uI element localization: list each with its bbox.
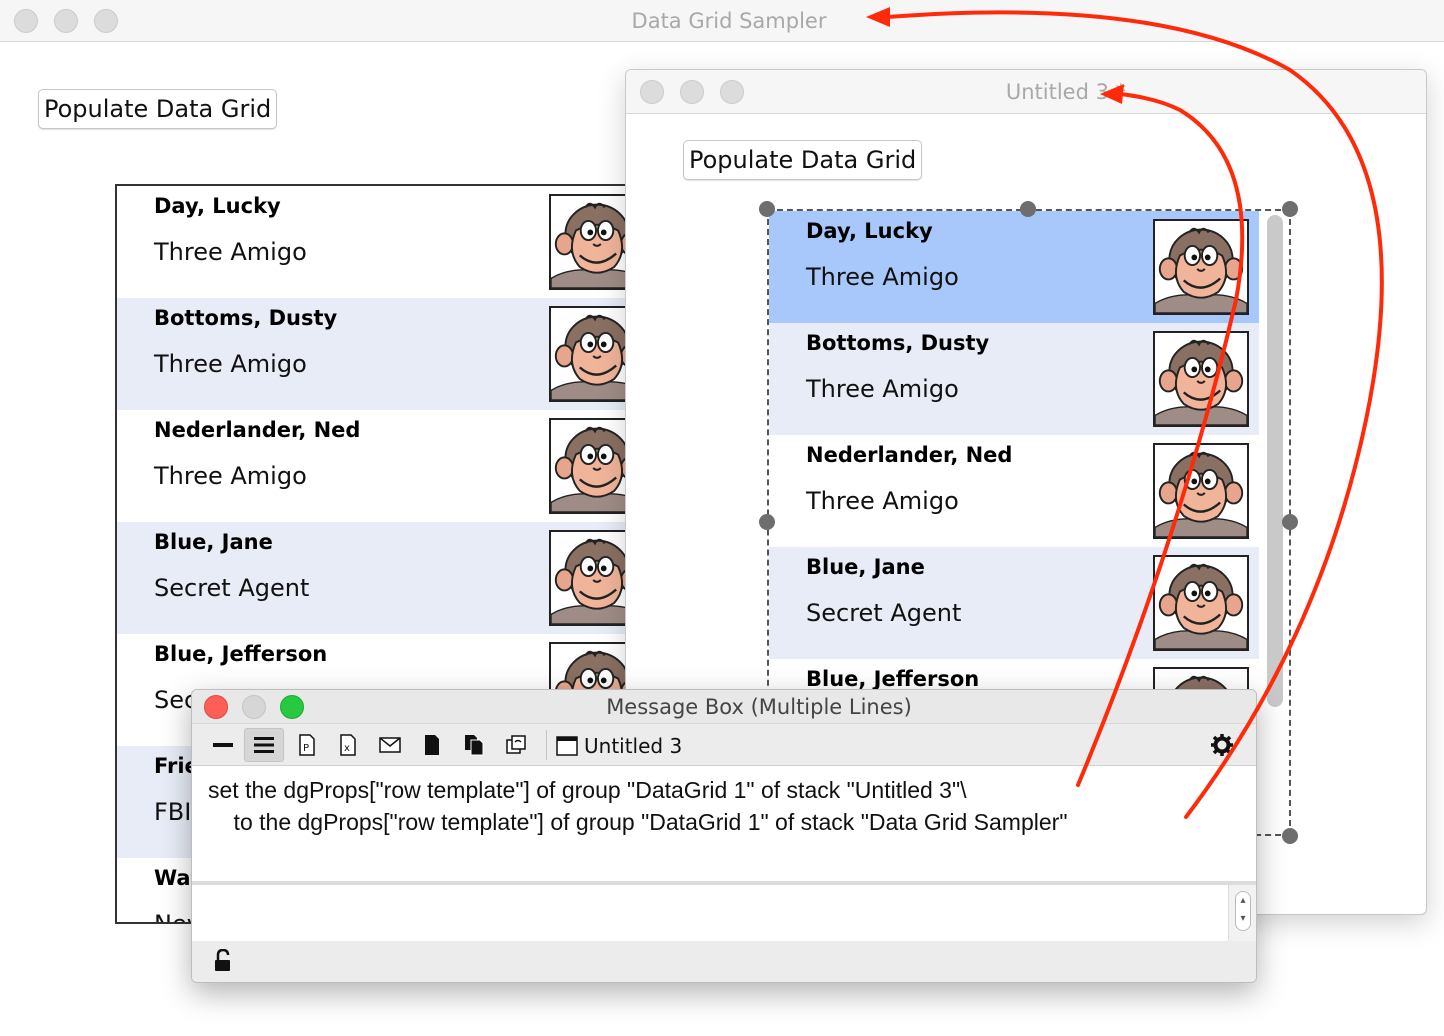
lock-button[interactable] xyxy=(212,948,236,975)
row-name: Nederlander, Ned xyxy=(154,418,361,442)
results-area[interactable] xyxy=(192,885,1228,941)
monkey-avatar-icon xyxy=(549,194,633,290)
minimize-button[interactable] xyxy=(54,8,78,33)
unlocked-padlock-icon xyxy=(215,948,230,971)
message-box-window: Message Box (Multiple Lines) P x Untitle… xyxy=(191,689,1257,983)
row-name: Bottoms, Dusty xyxy=(154,306,338,330)
row-title: Secret Agent xyxy=(806,599,962,627)
minimize-button[interactable] xyxy=(680,79,704,104)
selection-handle[interactable] xyxy=(759,201,775,217)
results-scrollbar[interactable]: ▴ ▾ xyxy=(1228,885,1256,941)
populate-data-grid-button[interactable]: Populate Data Grid xyxy=(683,140,923,180)
target-stack-label: Untitled 3 xyxy=(584,734,683,758)
grid-row[interactable]: Bottoms, Dusty Three Amigo xyxy=(117,298,633,410)
message-input-area[interactable]: set the dgProps["row template"] of group… xyxy=(192,767,1256,881)
grid-row[interactable]: Blue, Jane Secret Agent xyxy=(117,522,633,634)
back-scripts-icon xyxy=(465,735,484,756)
row-title: Three Amigo xyxy=(154,238,307,266)
row-name: Blue, Jane xyxy=(154,530,273,554)
global-properties-icon: P xyxy=(299,734,315,756)
monkey-avatar-icon xyxy=(1153,555,1249,651)
monkey-avatar-icon xyxy=(1153,443,1249,539)
single-line-icon xyxy=(213,743,233,747)
message-line-1: set the dgProps["row template"] of group… xyxy=(208,777,967,803)
close-button[interactable] xyxy=(640,79,664,104)
global-variables-icon: x xyxy=(340,734,356,756)
window-controls xyxy=(640,70,744,113)
target-stack-selector[interactable]: Untitled 3 xyxy=(556,732,682,760)
row-name: Day, Lucky xyxy=(806,219,933,243)
selection-handle[interactable] xyxy=(759,514,775,530)
single-line-button[interactable] xyxy=(203,728,243,762)
monkey-avatar-icon xyxy=(549,306,633,402)
row-name: Blue, Jefferson xyxy=(154,642,328,666)
svg-text:x: x xyxy=(344,743,350,754)
grid-row[interactable]: Bottoms, Dusty Three Amigo xyxy=(769,323,1259,435)
row-title: Secret Agent xyxy=(154,574,310,602)
svg-text:P: P xyxy=(303,743,309,754)
front-scripts-button[interactable] xyxy=(412,728,452,762)
message-box-titlebar[interactable]: Message Box (Multiple Lines) xyxy=(192,690,1256,724)
monkey-avatar-icon xyxy=(1153,219,1249,315)
vertical-scrollbar[interactable] xyxy=(1267,215,1283,707)
window-title: Data Grid Sampler xyxy=(631,8,827,33)
grid-row[interactable]: Nederlander, Ned Three Amigo xyxy=(117,410,633,522)
untitled-titlebar[interactable]: Untitled 3 * xyxy=(626,70,1426,114)
window-controls xyxy=(204,690,304,723)
back-scripts-button[interactable] xyxy=(454,728,494,762)
toolbar-separator xyxy=(546,730,547,760)
global-variables-button[interactable]: x xyxy=(328,728,368,762)
pending-messages-button[interactable] xyxy=(370,728,410,762)
row-title: Three Amigo xyxy=(154,462,307,490)
row-name: Nederlander, Ned xyxy=(806,443,1013,467)
message-box-footer xyxy=(192,941,1256,982)
settings-button[interactable] xyxy=(1210,733,1234,757)
monkey-avatar-icon xyxy=(549,530,633,626)
grid-row[interactable]: Day, Lucky Three Amigo xyxy=(117,186,633,298)
window-title: Untitled 3 * xyxy=(1005,79,1127,104)
row-name: Blue, Jane xyxy=(806,555,925,579)
row-title: Three Amigo xyxy=(806,263,959,291)
front-scripts-icon xyxy=(425,735,439,755)
row-title: FBI xyxy=(154,798,192,826)
sampler-titlebar[interactable]: Data Grid Sampler xyxy=(0,0,1444,42)
message-line-2: to the dgProps["row template"] of group … xyxy=(208,809,1068,835)
zoom-button[interactable] xyxy=(94,8,118,33)
row-title: Three Amigo xyxy=(806,487,959,515)
multiple-lines-button[interactable] xyxy=(244,728,284,762)
zoom-button[interactable] xyxy=(280,694,304,719)
row-name: Blue, Jefferson xyxy=(806,667,980,691)
minimize-button[interactable] xyxy=(242,694,266,719)
grid-row[interactable]: Nederlander, Ned Three Amigo xyxy=(769,435,1259,547)
message-box-toolbar: P x Untitled 3 xyxy=(192,724,1256,766)
close-button[interactable] xyxy=(14,8,38,33)
close-button[interactable] xyxy=(204,694,228,719)
scroll-stepper-icon[interactable]: ▴ ▾ xyxy=(1235,891,1251,931)
selection-handle[interactable] xyxy=(1282,828,1298,844)
selection-handle[interactable] xyxy=(1282,201,1298,217)
row-name: Bottoms, Dusty xyxy=(806,331,990,355)
window-title: Message Box (Multiple Lines) xyxy=(606,694,912,719)
pending-messages-icon xyxy=(379,737,401,753)
row-name: Day, Lucky xyxy=(154,194,281,218)
stacks-in-use-icon xyxy=(506,735,526,754)
populate-data-grid-button[interactable]: Populate Data Grid xyxy=(38,89,278,129)
row-title: Three Amigo xyxy=(806,375,959,403)
stacks-in-use-button[interactable] xyxy=(496,728,536,762)
selection-handle[interactable] xyxy=(1020,201,1036,217)
grid-row-selected[interactable]: Day, Lucky Three Amigo xyxy=(769,211,1259,323)
zoom-button[interactable] xyxy=(720,79,744,104)
monkey-avatar-icon xyxy=(549,418,633,514)
row-title: Three Amigo xyxy=(154,350,307,378)
multiple-lines-icon xyxy=(254,737,274,753)
global-properties-button[interactable]: P xyxy=(287,728,327,762)
stack-window-icon xyxy=(556,736,578,756)
selection-handle[interactable] xyxy=(1282,514,1298,530)
window-controls xyxy=(14,0,118,41)
gear-icon xyxy=(1211,734,1233,756)
monkey-avatar-icon xyxy=(1153,331,1249,427)
grid-row[interactable]: Blue, Jane Secret Agent xyxy=(769,547,1259,659)
